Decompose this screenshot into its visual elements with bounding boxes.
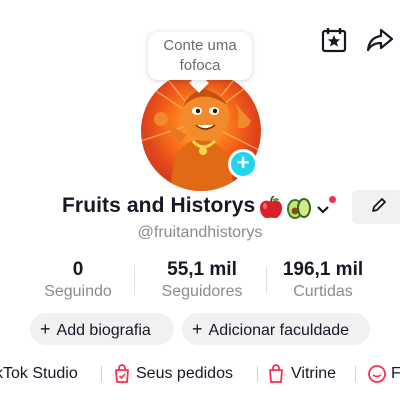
pencil-icon: [370, 196, 388, 219]
add-bio-button[interactable]: + Add biografia: [30, 313, 174, 345]
profile-name: Fruits and Historys: [62, 194, 256, 217]
link-orders[interactable]: Seus pedidos: [136, 362, 233, 386]
stat-value: 55,1 mil: [167, 259, 237, 280]
edit-profile-button[interactable]: [352, 190, 400, 224]
add-faculty-label: Adicionar faculdade: [208, 322, 350, 339]
stat-following[interactable]: 0 Seguindo: [38, 258, 118, 302]
stat-value: 0: [72, 259, 84, 280]
stat-label: Curtidas: [293, 283, 353, 300]
tooltip-bubble[interactable]: Conte uma fofoca: [148, 32, 252, 80]
stat-followers[interactable]: 55,1 mil Seguidores: [152, 258, 252, 302]
add-avatar-button[interactable]: +: [228, 149, 258, 179]
stat-label: Seguidores: [161, 283, 243, 300]
link-separator: [101, 366, 102, 382]
add-bio-label: Add biografia: [56, 322, 151, 339]
notification-dot: [329, 196, 336, 203]
stat-divider: [266, 266, 267, 294]
plus-icon: +: [40, 319, 51, 339]
link-showcase[interactable]: Vitrine: [291, 362, 336, 386]
orders-bag-icon: [113, 364, 131, 389]
showcase-bag-icon: [267, 364, 285, 389]
chat-bubble-icon: [367, 364, 387, 389]
stat-likes[interactable]: 196,1 mil Curtidas: [268, 258, 378, 302]
link-separator: [257, 366, 258, 382]
profile-username: @fruitandhistorys: [137, 224, 263, 241]
stat-value: 196,1 mil: [282, 259, 364, 280]
link-separator: [355, 366, 356, 382]
link-partial[interactable]: F: [391, 362, 400, 386]
shortcut-links-row: kTok Studio Seus pedidos Vitrine F: [0, 362, 400, 386]
share-icon[interactable]: [364, 24, 396, 56]
profile-name-row: Fruits and Historys: [0, 192, 400, 222]
stat-label: Seguindo: [44, 283, 112, 300]
stat-divider: [134, 266, 135, 294]
calendar-star-icon[interactable]: [318, 24, 350, 56]
plus-icon: +: [192, 319, 203, 339]
chevron-down-icon[interactable]: [316, 202, 330, 220]
add-faculty-button[interactable]: + Adicionar faculdade: [182, 313, 370, 345]
apple-emoji-icon: [258, 195, 284, 225]
link-tiktok-studio[interactable]: kTok Studio: [0, 362, 78, 386]
tooltip-line2: fofoca: [179, 57, 221, 74]
avocado-emoji-icon: [285, 196, 313, 225]
tooltip-line1: Conte uma: [163, 37, 237, 54]
